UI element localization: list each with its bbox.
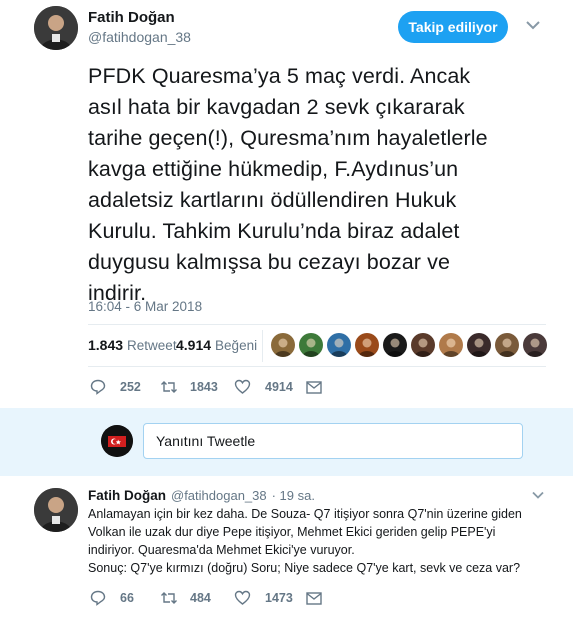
like-action[interactable]: 4914 [234, 379, 293, 395]
tweet-timestamp[interactable]: 16:04 - 6 Mar 2018 [88, 299, 202, 314]
reply-like-action[interactable]: 1473 [234, 590, 293, 606]
liker-avatar[interactable] [439, 333, 463, 357]
liker-avatar[interactable] [355, 333, 379, 357]
like-count: 4914 [265, 380, 293, 394]
tweet-line: Kurulu. Tahkim Kurulu’nda biraz adalet [88, 219, 460, 243]
reply-reply-count: 66 [120, 591, 134, 605]
liker-avatar[interactable] [327, 333, 351, 357]
tweet-line: duygusu kalmışsa bu cezayı bozar ve [88, 250, 451, 274]
reply-line: Volkan ile uzak dur diye Pepe itişiyor, … [88, 525, 496, 539]
reply-text: Anlamayan için bir kez daha. De Souza- Q… [88, 505, 558, 577]
reply-line: Anlamayan için bir kez daha. De Souza- Q… [88, 507, 522, 521]
reply-action[interactable]: 252 [90, 379, 141, 395]
liker-avatar[interactable] [523, 333, 547, 357]
reply-reply-action[interactable]: 66 [90, 590, 134, 606]
heart-icon [234, 379, 251, 395]
liker-avatar[interactable] [299, 333, 323, 357]
chevron-down-icon[interactable] [532, 491, 544, 499]
liker-avatar[interactable] [271, 333, 295, 357]
tweet-text: PFDK Quaresma’ya 5 maç verdi. Ancak asıl… [88, 61, 558, 309]
reply-line: Sonuç: Q7'ye kırmızı (doğru) Soru; Niye … [88, 561, 521, 575]
retweet-count: 1.843 [88, 337, 124, 353]
like-label: Beğeni [215, 338, 258, 353]
tweet-line: kavga ettiğine hükmedip, F.Aydınus’un [88, 157, 459, 181]
like-count: 4.914 [176, 337, 212, 353]
likers-avatars [271, 333, 547, 357]
reply-icon [90, 379, 106, 395]
author-name[interactable]: Fatih Doğan [88, 9, 175, 26]
reply-author-avatar[interactable] [34, 488, 78, 532]
reply-author-handle[interactable]: @fatihdogan_38 [171, 488, 267, 503]
envelope-icon[interactable] [306, 381, 322, 394]
tweet-line: adaletsiz kartlarını ödüllendiren Hukuk [88, 188, 457, 212]
reply-header: Fatih Doğan @fatihdogan_38 · 19 sa. [88, 488, 315, 503]
author-avatar[interactable] [34, 6, 78, 50]
divider [88, 324, 546, 325]
reply-count: 252 [120, 380, 141, 394]
current-user-avatar[interactable] [101, 425, 133, 457]
reply-retweet-action[interactable]: 484 [160, 590, 211, 606]
tweet-line: asıl hata bir kavgadan 2 sevk çıkararak [88, 95, 465, 119]
reply-author-name[interactable]: Fatih Doğan [88, 488, 166, 503]
following-button[interactable]: Takip ediliyor [398, 11, 508, 43]
tweet-line: tarihe geçen(!), Quresma’nım hayaletlerl… [88, 126, 488, 150]
liker-avatar[interactable] [467, 333, 491, 357]
liker-avatar[interactable] [411, 333, 435, 357]
reply-icon [90, 590, 106, 606]
reply-time[interactable]: · 19 sa. [272, 488, 315, 503]
tweet-line: PFDK Quaresma’ya 5 maç verdi. Ancak [88, 64, 471, 88]
author-handle[interactable]: @fatihdogan_38 [88, 29, 191, 45]
envelope-icon[interactable] [306, 592, 322, 605]
liker-avatar[interactable] [383, 333, 407, 357]
heart-icon [234, 590, 251, 606]
like-stats[interactable]: 4.914 Beğeni [176, 337, 257, 353]
reply-retweet-count: 484 [190, 591, 211, 605]
liker-avatar[interactable] [495, 333, 519, 357]
retweet-label: Retweet [127, 338, 177, 353]
retweet-count: 1843 [190, 380, 218, 394]
retweet-stats[interactable]: 1.843 Retweet [88, 337, 177, 353]
reply-input[interactable]: Yanıtını Tweetle [143, 423, 523, 459]
retweet-icon [160, 379, 178, 395]
retweet-icon [160, 590, 178, 606]
stats-separator [262, 330, 263, 362]
reply-like-count: 1473 [265, 591, 293, 605]
divider [88, 366, 546, 367]
chevron-down-icon[interactable] [526, 20, 540, 30]
reply-line: indiriyor. Quaresma'da Mehmet Ekici'ye v… [88, 543, 355, 557]
retweet-action[interactable]: 1843 [160, 379, 218, 395]
